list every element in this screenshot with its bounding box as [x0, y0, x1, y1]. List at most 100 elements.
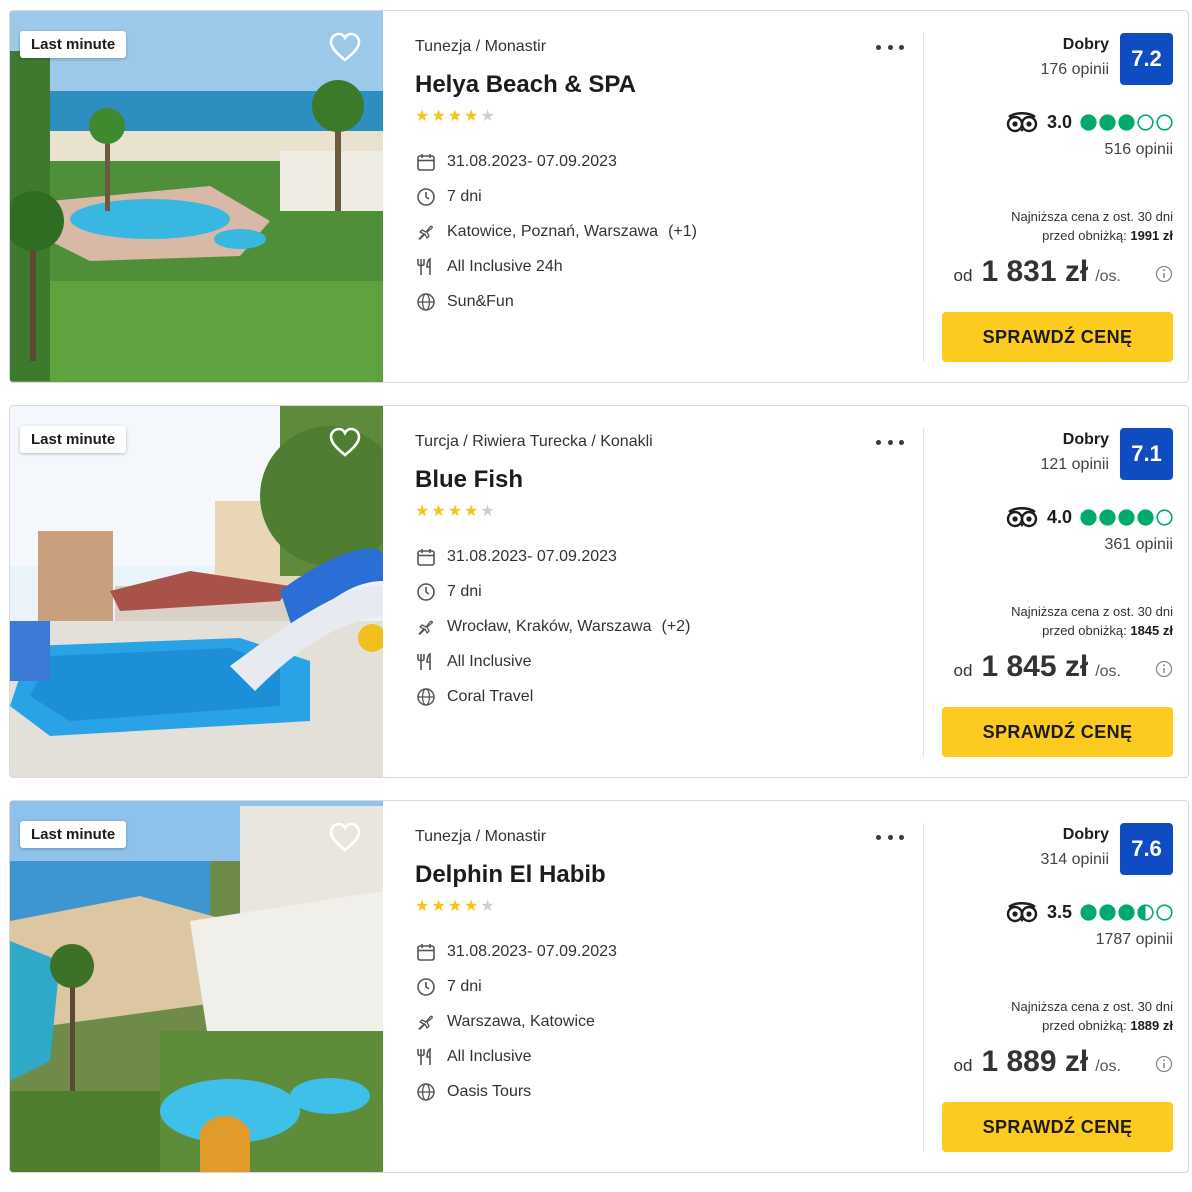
cutlery-icon: [415, 256, 437, 278]
clock-icon: [415, 581, 437, 603]
star-filled-icon: ★: [464, 503, 479, 520]
star-filled-icon: ★: [447, 898, 463, 915]
hotel-name[interactable]: Delphin El Habib: [415, 861, 606, 889]
hotel-location[interactable]: Tunezja / Monastir: [415, 38, 546, 56]
price-row: od 1 845 zł /os.: [954, 650, 1173, 684]
info-icon[interactable]: [1155, 265, 1173, 283]
lowest-price-line2: przed obniżką:: [1042, 228, 1127, 243]
duration-row: 7 dni: [415, 179, 697, 214]
divider: [923, 823, 924, 1152]
more-dots-icon[interactable]: [873, 37, 907, 57]
star-empty-icon: ★: [480, 108, 495, 125]
star-filled-icon: ★: [415, 108, 430, 125]
clock-icon: [415, 186, 437, 208]
rating-count[interactable]: 121 opinii: [1041, 456, 1110, 474]
score-badge: 7.2: [1120, 33, 1173, 85]
tripadvisor-score: 3.5: [1046, 901, 1072, 922]
tripadvisor-score: 3.0: [1046, 111, 1072, 132]
tripadvisor-rating[interactable]: 4.0: [1005, 506, 1173, 528]
check-price-button[interactable]: SPRAWDŹ CENĘ: [942, 707, 1173, 757]
price-value: 1 889 zł: [981, 1045, 1089, 1078]
price-value: 1 831 zł: [981, 255, 1089, 288]
duration-row: 7 dni: [415, 969, 617, 1004]
bubble-full-icon: [1080, 903, 1097, 921]
hotel-name[interactable]: Helya Beach & SPA: [415, 71, 636, 99]
price-unit: /os.: [1095, 1058, 1121, 1075]
bubble-full-icon: [1080, 113, 1097, 131]
operator-row: Sun&Fun: [415, 284, 697, 319]
departure-more[interactable]: (+1): [668, 223, 697, 241]
last-minute-badge: Last minute: [20, 31, 127, 58]
tripadvisor-bubbles: [1080, 903, 1173, 921]
globe-icon: [415, 291, 437, 313]
tripadvisor-rating[interactable]: 3.0: [1005, 111, 1173, 133]
tripadvisor-score: 4.0: [1046, 506, 1072, 527]
star-filled-icon: ★: [415, 898, 430, 915]
duration-row: 7 dni: [415, 574, 690, 609]
rating-label: Dobry: [1062, 431, 1109, 448]
tripadvisor-count[interactable]: 1787 opinii: [1096, 931, 1173, 949]
bubble-full-icon: [1118, 508, 1135, 526]
bubble-full-icon: [1118, 903, 1135, 921]
lowest-price-value: 1889 zł: [1130, 1018, 1173, 1033]
board-text: All Inclusive: [447, 1047, 532, 1065]
info-icon[interactable]: [1155, 1055, 1173, 1073]
favorite-heart-icon[interactable]: [328, 31, 362, 63]
price-prefix: od: [953, 1056, 973, 1075]
operator-text: Sun&Fun: [447, 292, 514, 310]
tripadvisor-rating[interactable]: 3.5: [1005, 901, 1173, 923]
check-price-button[interactable]: SPRAWDŹ CENĘ: [942, 312, 1173, 362]
bubble-full-icon: [1118, 113, 1135, 131]
clock-icon: [415, 976, 437, 998]
hotel-location[interactable]: Tunezja / Monastir: [415, 828, 546, 846]
bubble-empty-icon: [1156, 113, 1173, 131]
hotel-photo-image: [10, 801, 383, 1172]
price-row: od 1 831 zł /os.: [954, 255, 1173, 289]
rating-label: Dobry: [1062, 36, 1109, 53]
favorite-heart-icon[interactable]: [328, 426, 362, 458]
departure-row: Warszawa, Katowice: [415, 1004, 617, 1039]
tripadvisor-count[interactable]: 516 opinii: [1105, 141, 1174, 159]
favorite-heart-icon[interactable]: [328, 821, 362, 853]
calendar-icon: [415, 546, 437, 568]
bubble-full-icon: [1080, 508, 1097, 526]
hotel-stars: ★ ★ ★ ★ ★: [415, 504, 495, 520]
score-badge: 7.1: [1120, 428, 1173, 480]
hotel-name[interactable]: Blue Fish: [415, 466, 523, 494]
lowest-price-note: Najniższa cena z ost. 30 dni przed obniż…: [1011, 997, 1173, 1035]
offer-card[interactable]: Last minute Tunezja / Monastir Helya Bea…: [9, 10, 1189, 383]
star-filled-icon: ★: [464, 898, 479, 915]
tripadvisor-count[interactable]: 361 opinii: [1105, 536, 1174, 554]
check-price-button[interactable]: SPRAWDŹ CENĘ: [942, 1102, 1173, 1152]
divider: [923, 33, 924, 362]
operator-row: Coral Travel: [415, 679, 690, 714]
hotel-location[interactable]: Turcja / Riwiera Turecka / Konakli: [415, 433, 653, 451]
bubble-full-icon: [1099, 113, 1116, 131]
more-dots-icon[interactable]: [873, 827, 907, 847]
hotel-photo[interactable]: [10, 801, 383, 1172]
star-empty-icon: ★: [480, 503, 495, 520]
hotel-photo[interactable]: [10, 406, 383, 777]
score-badge: 7.6: [1120, 823, 1173, 875]
rating-count[interactable]: 176 opinii: [1041, 61, 1110, 79]
tripadvisor-owl-icon: [1005, 111, 1039, 133]
duration-text: 7 dni: [447, 582, 482, 600]
hotel-photo[interactable]: [10, 11, 383, 382]
departure-text: Warszawa, Katowice: [447, 1012, 595, 1030]
price-prefix: od: [953, 266, 973, 285]
rating-count[interactable]: 314 opinii: [1041, 851, 1110, 869]
operator-text: Oasis Tours: [447, 1082, 532, 1100]
board-text: All Inclusive 24h: [447, 257, 563, 275]
offer-card[interactable]: Last minute Tunezja / Monastir Delphin E…: [9, 800, 1189, 1173]
departure-row: Katowice, Poznań, Warszawa (+1): [415, 214, 697, 249]
offer-card[interactable]: Last minute Turcja / Riwiera Turecka / K…: [9, 405, 1189, 778]
operator-row: Oasis Tours: [415, 1074, 617, 1109]
departure-row: Wrocław, Kraków, Warszawa (+2): [415, 609, 690, 644]
star-filled-icon: ★: [447, 108, 463, 125]
lowest-price-line1: Najniższa cena z ost. 30 dni: [1011, 209, 1173, 224]
departure-more[interactable]: (+2): [662, 618, 691, 636]
star-filled-icon: ★: [431, 108, 446, 125]
more-dots-icon[interactable]: [873, 432, 907, 452]
info-icon[interactable]: [1155, 660, 1173, 678]
star-filled-icon: ★: [447, 503, 463, 520]
